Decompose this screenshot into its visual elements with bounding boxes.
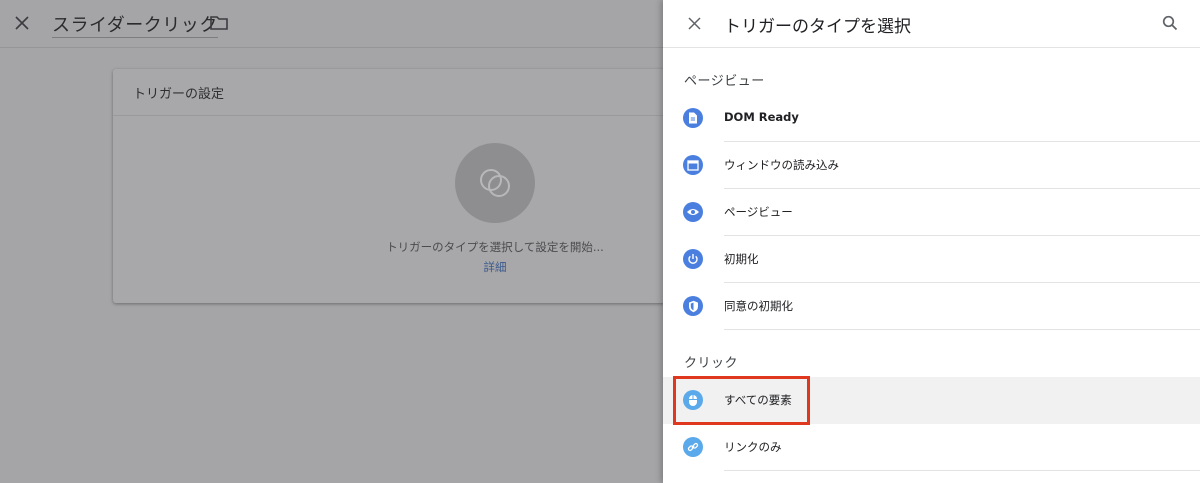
- link-icon: [683, 437, 703, 457]
- close-panel-icon[interactable]: [684, 13, 704, 33]
- editor-title: スライダークリック: [52, 14, 218, 36]
- panel-title: トリガーのタイプを選択: [724, 17, 911, 37]
- trigger-type-panel: トリガーのタイプを選択 ページビュー DOM Ready ウィンドウの読み込み: [663, 0, 1200, 483]
- divider: [724, 329, 1200, 330]
- mouse-icon: [683, 390, 703, 410]
- trigger-item-consent-initialization[interactable]: 同意の初期化: [663, 283, 1200, 330]
- trigger-item-label: リンクのみ: [724, 440, 782, 454]
- folder-icon[interactable]: [209, 14, 229, 32]
- trigger-placeholder-icon[interactable]: [455, 143, 535, 223]
- trigger-item-links-only[interactable]: リンクのみ: [663, 424, 1200, 471]
- trigger-item-initialization[interactable]: 初期化: [663, 236, 1200, 283]
- card-title: トリガーの設定: [133, 86, 225, 102]
- trigger-item-label: DOM Ready: [724, 110, 799, 124]
- trigger-item-window-loaded[interactable]: ウィンドウの読み込み: [663, 142, 1200, 189]
- close-editor-icon[interactable]: [13, 14, 31, 32]
- trigger-item-label: ウィンドウの読み込み: [724, 158, 839, 172]
- window-icon: [683, 155, 703, 175]
- trigger-item-page-view[interactable]: ページビュー: [663, 189, 1200, 236]
- shield-icon: [683, 296, 703, 316]
- trigger-item-all-elements[interactable]: すべての要素: [663, 377, 1200, 424]
- editor-topbar: スライダークリック: [0, 0, 663, 48]
- divider: [724, 470, 1200, 471]
- app-root: スライダークリック トリガーの設定 トリガーのタイプを選択して設定を開始... …: [0, 0, 1200, 483]
- card-header: トリガーの設定: [113, 69, 673, 116]
- editor-title-field[interactable]: スライダークリック: [52, 10, 218, 38]
- eye-icon: [683, 202, 703, 222]
- trigger-item-dom-ready[interactable]: DOM Ready: [663, 95, 1200, 142]
- trigger-item-label: ページビュー: [724, 205, 793, 219]
- section-title-pageview: ページビュー: [684, 74, 765, 89]
- trigger-item-label: 同意の初期化: [724, 299, 793, 313]
- panel-header: トリガーのタイプを選択: [663, 0, 1200, 48]
- search-icon[interactable]: [1159, 12, 1181, 34]
- document-icon: [683, 108, 703, 128]
- trigger-config-card: トリガーの設定 トリガーのタイプを選択して設定を開始... 詳細: [113, 69, 673, 303]
- trigger-item-label: すべての要素: [724, 393, 792, 407]
- section-title-click: クリック: [684, 356, 739, 371]
- power-icon: [683, 249, 703, 269]
- trigger-item-label: 初期化: [724, 252, 759, 266]
